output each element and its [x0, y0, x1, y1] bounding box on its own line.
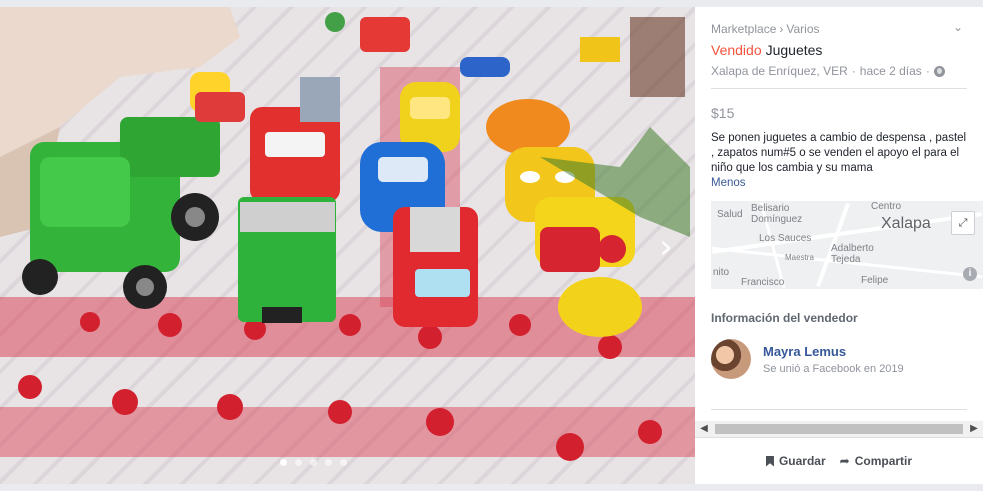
location-map[interactable]: Salud Belisario Domínguez Centro Xalapa … [711, 201, 983, 289]
details-scroll[interactable]: Marketplace › Varios ⌄ Vendido Juguetes Xal… [695, 7, 983, 435]
carousel-dot[interactable] [280, 459, 287, 466]
divider [711, 88, 967, 89]
map-label: Francisco [741, 277, 785, 288]
listing-title: Vendido Juguetes [711, 42, 967, 58]
seller-joined: Se unió a Facebook en 2019 [763, 362, 904, 375]
scroll-left-icon[interactable]: ◀ [697, 421, 711, 437]
map-label: Felipe [861, 275, 889, 286]
listing-price: $15 [711, 105, 735, 121]
show-less-link[interactable]: Menos [711, 177, 746, 189]
map-label: Belisario Domínguez [751, 203, 803, 225]
listing-title-text: Juguetes [765, 42, 823, 58]
map-label: Centro [871, 201, 902, 212]
breadcrumb-marketplace[interactable]: Marketplace [711, 22, 776, 36]
map-label: Maestra [785, 253, 814, 262]
map-city: Xalapa [881, 215, 931, 232]
listing-viewer: › Marketplace › Varios ⌄ Vendido Juguetes X… [0, 7, 983, 484]
details-panel: Marketplace › Varios ⌄ Vendido Juguetes Xal… [695, 7, 983, 484]
bookmark-icon [765, 455, 774, 467]
listing-description: Se ponen juguetes a cambio de despensa ,… [711, 131, 967, 191]
share-label: Compartir [854, 454, 913, 468]
breadcrumb: Marketplace › Varios ⌄ [711, 20, 967, 36]
globe-icon [933, 65, 945, 77]
carousel-dot[interactable] [340, 459, 347, 466]
toys-photo-illustration [0, 7, 695, 461]
map-label: Adalberto Tejeda [831, 243, 874, 265]
listing-photo[interactable]: › [0, 7, 695, 484]
listing-location: Xalapa de Enríquez, VER · hace 2 días · [711, 64, 967, 78]
horizontal-scrollbar[interactable]: ◀ ▶ [695, 421, 983, 437]
posted-time[interactable]: hace 2 días [860, 64, 922, 78]
location-text[interactable]: Xalapa de Enríquez, VER [711, 64, 848, 78]
action-bar: Guardar ➦ Compartir [695, 437, 983, 484]
divider [711, 409, 967, 410]
share-arrow-icon: ➦ [839, 454, 850, 468]
expand-map-icon[interactable]: ⤢ [951, 211, 975, 235]
location-separator: · [851, 64, 856, 78]
scrollbar-thumb[interactable] [715, 424, 963, 434]
avatar[interactable] [711, 339, 751, 379]
save-label: Guardar [778, 454, 826, 468]
map-label: Salud [717, 209, 743, 220]
save-button[interactable]: Guardar [765, 454, 826, 468]
share-button[interactable]: ➦ Compartir [840, 454, 912, 468]
next-photo-button[interactable]: › [652, 227, 680, 267]
map-label: Los Sauces [759, 233, 812, 244]
chevron-down-icon[interactable]: ⌄ [953, 20, 963, 34]
carousel-dot[interactable] [295, 459, 302, 466]
carousel-dot[interactable] [310, 459, 317, 466]
seller-card: Mayra Lemus Se unió a Facebook en 2019 [711, 339, 967, 379]
description-text: Se ponen juguetes a cambio de despensa ,… [711, 132, 967, 174]
breadcrumb-separator: › [779, 22, 784, 36]
seller-heading: Información del vendedor [711, 311, 858, 325]
location-separator: · [925, 64, 930, 78]
breadcrumb-category[interactable]: Varios [786, 22, 819, 36]
map-label: nito [713, 267, 730, 278]
sold-status: Vendido [711, 42, 762, 58]
seller-name[interactable]: Mayra Lemus [763, 344, 904, 359]
scroll-right-icon[interactable]: ▶ [967, 421, 981, 437]
carousel-dots [280, 459, 347, 466]
carousel-dot[interactable] [325, 459, 332, 466]
info-icon[interactable]: i [963, 267, 977, 281]
